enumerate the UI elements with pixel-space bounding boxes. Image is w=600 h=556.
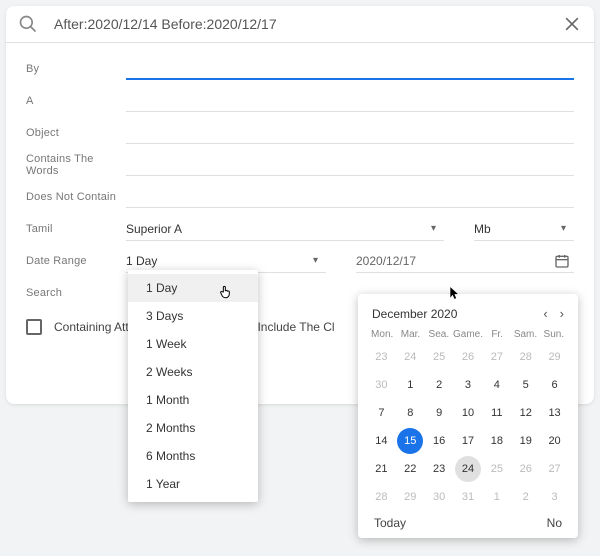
calendar-dow-label: Fr. bbox=[483, 329, 511, 340]
calendar-next-icon[interactable]: › bbox=[560, 306, 564, 321]
has-words-field[interactable] bbox=[126, 154, 574, 176]
search-query[interactable]: After:2020/12/14 Before:2020/12/17 bbox=[54, 16, 562, 32]
calendar-day[interactable]: 7 bbox=[368, 400, 394, 426]
calendar-day[interactable]: 28 bbox=[368, 484, 394, 510]
calendar-day[interactable]: 12 bbox=[513, 400, 539, 426]
calendar-icon[interactable] bbox=[554, 253, 570, 269]
calendar-day[interactable]: 26 bbox=[513, 456, 539, 482]
calendar-day[interactable]: 5 bbox=[513, 372, 539, 398]
date-range-option[interactable]: 6 Months bbox=[128, 442, 258, 470]
calendar-day[interactable]: 29 bbox=[542, 344, 568, 370]
size-comparator-select[interactable]: Superior A ▾ bbox=[126, 217, 444, 241]
date-range-option[interactable]: 3 Days bbox=[128, 302, 258, 330]
calendar-dow-label: Mon. bbox=[368, 329, 396, 340]
date-range-option[interactable]: 2 Weeks bbox=[128, 358, 258, 386]
calendar-day[interactable]: 18 bbox=[484, 428, 510, 454]
calendar-day[interactable]: 3 bbox=[455, 372, 481, 398]
calendar-day[interactable]: 27 bbox=[542, 456, 568, 482]
calendar-day[interactable]: 24 bbox=[455, 456, 481, 482]
calendar-day[interactable]: 4 bbox=[484, 372, 510, 398]
calendar-day[interactable]: 13 bbox=[542, 400, 568, 426]
size-unit-select[interactable]: Mb ▾ bbox=[474, 217, 574, 241]
to-field[interactable] bbox=[126, 90, 574, 112]
calendar-day[interactable]: 16 bbox=[426, 428, 452, 454]
caret-down-icon: ▾ bbox=[561, 223, 566, 234]
calendar-dow-label: Mar. bbox=[396, 329, 424, 340]
close-icon[interactable] bbox=[562, 14, 582, 34]
date-picker: December 2020 ‹ › Mon.Mar.Sea.Game.Fr.Sa… bbox=[358, 294, 578, 538]
caret-down-icon: ▾ bbox=[431, 223, 436, 234]
not-have-label: Does Not Contain bbox=[26, 191, 126, 203]
not-have-field[interactable] bbox=[126, 186, 574, 208]
date-range-option[interactable]: 1 Year bbox=[128, 470, 258, 498]
calendar-dow-label: Sea. bbox=[425, 329, 453, 340]
checkbox-icon[interactable] bbox=[26, 319, 42, 335]
date-input[interactable]: 2020/12/17 bbox=[356, 249, 574, 273]
calendar-day[interactable]: 20 bbox=[542, 428, 568, 454]
has-words-label: Contains The Words bbox=[26, 153, 126, 177]
calendar-dow-label: Sun. bbox=[540, 329, 568, 340]
date-value: 2020/12/17 bbox=[356, 254, 416, 268]
date-range-option[interactable]: 1 Day bbox=[128, 274, 258, 302]
calendar-day[interactable]: 1 bbox=[484, 484, 510, 510]
calendar-day[interactable]: 14 bbox=[368, 428, 394, 454]
size-label: Tamil bbox=[26, 223, 126, 235]
calendar-day[interactable]: 2 bbox=[513, 484, 539, 510]
calendar-month-title: December 2020 bbox=[372, 307, 457, 321]
calendar-day[interactable]: 30 bbox=[368, 372, 394, 398]
date-range-option[interactable]: 2 Months bbox=[128, 414, 258, 442]
caret-down-icon: ▾ bbox=[313, 255, 318, 266]
size-comparator-value: Superior A bbox=[126, 222, 182, 236]
calendar-day[interactable]: 1 bbox=[397, 372, 423, 398]
calendar-day[interactable]: 8 bbox=[397, 400, 423, 426]
date-range-dropdown: 1 Day3 Days1 Week2 Weeks1 Month2 Months6… bbox=[128, 270, 258, 502]
date-range-option[interactable]: 1 Week bbox=[128, 330, 258, 358]
calendar-day[interactable]: 9 bbox=[426, 400, 452, 426]
search-bar: After:2020/12/14 Before:2020/12/17 bbox=[6, 6, 594, 43]
calendar-day[interactable]: 17 bbox=[455, 428, 481, 454]
calendar-day[interactable]: 25 bbox=[484, 456, 510, 482]
calendar-dow-label: Sam. bbox=[511, 329, 539, 340]
calendar-day[interactable]: 3 bbox=[542, 484, 568, 510]
subject-field[interactable] bbox=[126, 122, 574, 144]
size-unit-value: Mb bbox=[474, 222, 491, 236]
calendar-day[interactable]: 11 bbox=[484, 400, 510, 426]
calendar-day[interactable]: 22 bbox=[397, 456, 423, 482]
date-range-option[interactable]: 1 Month bbox=[128, 386, 258, 414]
calendar-day[interactable]: 23 bbox=[426, 456, 452, 482]
calendar-day[interactable]: 24 bbox=[397, 344, 423, 370]
calendar-day[interactable]: 15 bbox=[397, 428, 423, 454]
search-in-label: Search bbox=[26, 287, 126, 299]
calendar-day[interactable]: 25 bbox=[426, 344, 452, 370]
date-range-label: Date Range bbox=[26, 255, 126, 267]
calendar-today-button[interactable]: Today bbox=[374, 516, 406, 530]
subject-label: Object bbox=[26, 127, 126, 139]
calendar-day[interactable]: 10 bbox=[455, 400, 481, 426]
from-label: By bbox=[26, 63, 126, 75]
calendar-dow-label: Game. bbox=[453, 329, 483, 340]
calendar-day[interactable]: 6 bbox=[542, 372, 568, 398]
calendar-day[interactable]: 26 bbox=[455, 344, 481, 370]
to-label: A bbox=[26, 95, 126, 107]
calendar-day[interactable]: 31 bbox=[455, 484, 481, 510]
calendar-prev-icon[interactable]: ‹ bbox=[543, 306, 547, 321]
calendar-day[interactable]: 2 bbox=[426, 372, 452, 398]
calendar-day[interactable]: 19 bbox=[513, 428, 539, 454]
search-icon bbox=[18, 14, 38, 34]
date-range-value: 1 Day bbox=[126, 254, 157, 268]
calendar-day[interactable]: 29 bbox=[397, 484, 423, 510]
calendar-day[interactable]: 30 bbox=[426, 484, 452, 510]
calendar-day[interactable]: 28 bbox=[513, 344, 539, 370]
calendar-day[interactable]: 21 bbox=[368, 456, 394, 482]
calendar-day[interactable]: 23 bbox=[368, 344, 394, 370]
calendar-day[interactable]: 27 bbox=[484, 344, 510, 370]
calendar-none-button[interactable]: No bbox=[547, 516, 562, 530]
from-field[interactable] bbox=[126, 58, 574, 80]
